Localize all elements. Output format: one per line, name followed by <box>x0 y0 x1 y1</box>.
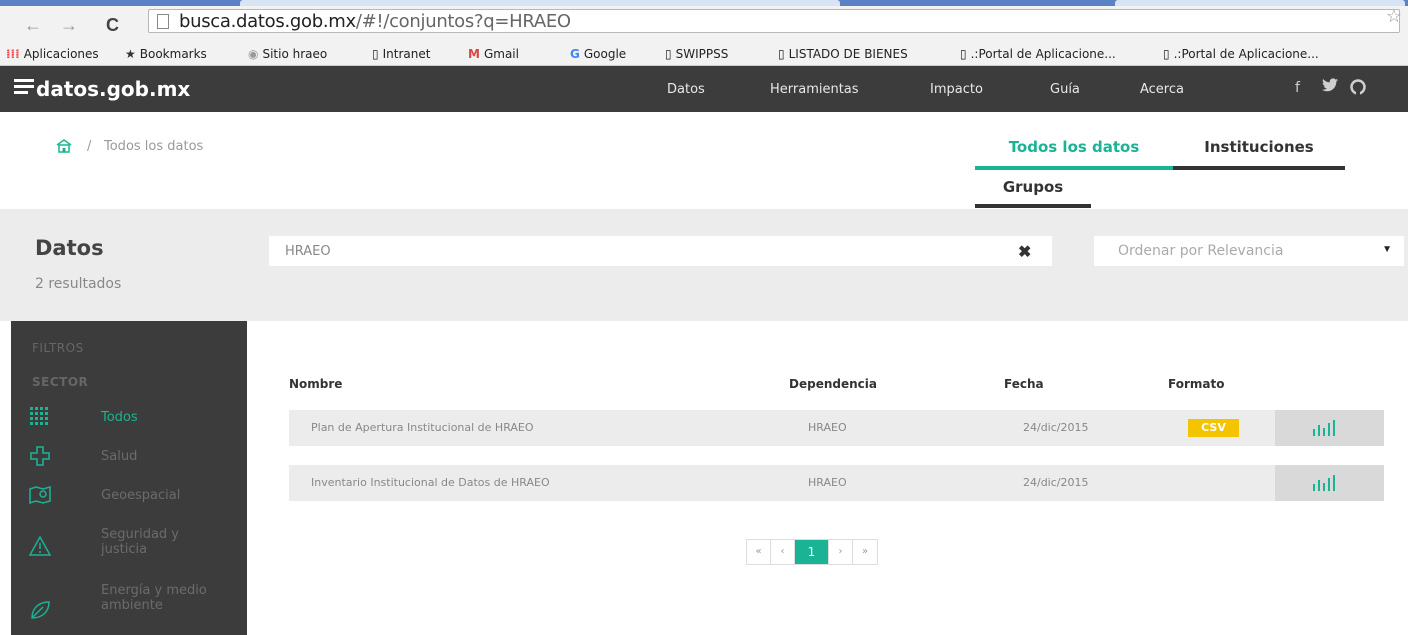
sidebar-item-label: Todos <box>101 410 138 425</box>
github-icon[interactable] <box>1350 79 1366 99</box>
tab-instituciones[interactable]: Instituciones <box>1173 137 1345 169</box>
sidebar-item-label: Energía y medio ambiente <box>101 583 207 613</box>
bookmark-google[interactable]: G Google <box>570 47 626 61</box>
sort-select[interactable]: Ordenar por Relevancia ▼ <box>1094 236 1404 266</box>
reload-icon[interactable]: C <box>106 16 119 34</box>
nav-acerca[interactable]: Acerca <box>1140 82 1184 97</box>
bookmark-intranet[interactable]: ▯ Intranet <box>372 47 430 61</box>
dropdown-caret-icon: ▼ <box>1382 244 1392 255</box>
sidebar-item-geoespacial[interactable]: Geoespacial <box>11 484 247 508</box>
star-icon: ★ <box>125 47 136 61</box>
bar-chart-icon <box>1313 420 1335 436</box>
breadcrumb-current: Todos los datos <box>104 139 204 154</box>
dataset-dependencia: HRAEO <box>808 421 847 434</box>
nav-datos[interactable]: Datos <box>667 82 705 97</box>
page-icon: ▯ <box>1163 47 1170 61</box>
sidebar-item-label: Salud <box>101 449 138 464</box>
site-header: datos.gob.mx Datos Herramientas Impacto … <box>0 66 1408 112</box>
forward-icon[interactable]: → <box>60 16 78 34</box>
nav-impacto[interactable]: Impacto <box>930 82 983 97</box>
tab-active-underline <box>975 166 1173 170</box>
bookmark-listado[interactable]: ▯ LISTADO DE BIENES <box>778 47 908 61</box>
globe-icon: ◉ <box>248 47 259 61</box>
page-icon: ▯ <box>778 47 785 61</box>
dataset-fecha: 24/dic/2015 <box>1023 476 1089 489</box>
page-current-button[interactable]: 1 <box>795 540 829 564</box>
column-header-nombre: Nombre <box>289 377 343 391</box>
tab-underline <box>975 204 1091 208</box>
bookmark-portal-2[interactable]: ▯ .:Portal de Aplicacione... <box>1163 47 1319 61</box>
table-row[interactable]: Plan de Apertura Institucional de HRAEO … <box>289 410 1384 446</box>
gmail-icon: M <box>468 47 480 61</box>
tab-todos-los-datos[interactable]: Todos los datos <box>975 137 1173 169</box>
address-bar[interactable]: busca.datos.gob.mx/#!/conjuntos?q=HRAEO <box>148 9 1400 33</box>
dataset-name[interactable]: Inventario Institucional de Datos de HRA… <box>311 476 550 489</box>
page-icon: ▯ <box>665 47 672 61</box>
bookmark-portal-1[interactable]: ▯ .:Portal de Aplicacione... <box>960 47 1116 61</box>
back-icon[interactable]: ← <box>24 16 42 34</box>
search-input[interactable] <box>269 236 1052 266</box>
bookmark-swippss[interactable]: ▯ SWIPPSS <box>665 47 728 61</box>
page-title: Datos <box>35 236 104 260</box>
page-prev-button[interactable]: ‹ <box>771 540 795 564</box>
stats-button[interactable] <box>1275 465 1384 501</box>
page-next-button[interactable]: › <box>829 540 853 564</box>
nav-herramientas[interactable]: Herramientas <box>770 82 859 97</box>
column-header-dependencia: Dependencia <box>789 377 877 391</box>
table-row[interactable]: Inventario Institucional de Datos de HRA… <box>289 465 1384 501</box>
breadcrumb-separator: / <box>87 139 92 154</box>
filters-heading: FILTROS <box>32 341 84 355</box>
bookmark-bookmarks[interactable]: ★ Bookmarks <box>125 47 207 61</box>
format-badge-csv[interactable]: CSV <box>1188 419 1239 437</box>
leaf-icon <box>31 601 50 619</box>
browser-toolbar: ← → C busca.datos.gob.mx/#!/conjuntos?q=… <box>0 6 1408 44</box>
column-header-formato: Formato <box>1168 377 1225 391</box>
site-logo[interactable]: datos.gob.mx <box>36 77 190 101</box>
sidebar-item-seguridad[interactable]: Seguridad y justicia <box>11 527 247 561</box>
twitter-icon[interactable] <box>1322 78 1338 96</box>
dataset-fecha: 24/dic/2015 <box>1023 421 1089 434</box>
bookmark-sitio-hraeo[interactable]: ◉ Sitio hraeo <box>248 47 327 61</box>
bookmarks-bar: ⁞⁞⁞ Aplicaciones ★ Bookmarks ◉ Sitio hraeo … <box>0 44 1408 66</box>
sidebar-item-label: Geoespacial <box>101 488 181 503</box>
nav-guia[interactable]: Guía <box>1050 82 1080 97</box>
grid-icon <box>30 407 48 425</box>
dataset-dependencia: HRAEO <box>808 476 847 489</box>
home-icon[interactable] <box>56 139 72 153</box>
url-host: busca.datos.gob.mx <box>179 11 356 32</box>
tab-underline <box>1173 166 1345 170</box>
tab-grupos[interactable]: Grupos <box>975 178 1091 206</box>
bookmark-aplicaciones[interactable]: ⁞⁞⁞ Aplicaciones <box>6 47 99 61</box>
map-icon <box>29 486 51 505</box>
sidebar-item-salud[interactable]: Salud <box>11 445 247 469</box>
filters-sidebar: FILTROS SECTOR Todos Salud Geoespacial S… <box>11 321 247 635</box>
clear-search-icon[interactable]: ✖ <box>1018 242 1031 262</box>
warning-icon <box>29 535 51 556</box>
apps-grid-icon: ⁞⁞⁞ <box>6 47 20 61</box>
column-header-fecha: Fecha <box>1004 377 1044 391</box>
sidebar-item-energia[interactable]: Energía y medio ambiente <box>11 583 247 633</box>
facebook-icon[interactable]: f <box>1295 80 1300 96</box>
bookmark-gmail[interactable]: M Gmail <box>468 47 519 61</box>
pagination: « ‹ 1 › » <box>746 539 878 565</box>
health-cross-icon <box>30 446 50 466</box>
url-path: /#!/conjuntos?q=HRAEO <box>355 11 571 32</box>
bar-chart-icon <box>1313 475 1335 491</box>
sort-label: Ordenar por Relevancia <box>1118 243 1284 259</box>
page-icon: ▯ <box>960 47 967 61</box>
dataset-name[interactable]: Plan de Apertura Institucional de HRAEO <box>311 421 534 434</box>
google-icon: G <box>570 47 580 61</box>
page-first-button[interactable]: « <box>747 540 771 564</box>
results-count: 2 resultados <box>35 276 122 292</box>
sector-heading: SECTOR <box>32 375 89 389</box>
bookmark-star-icon[interactable]: ☆ <box>1386 6 1402 27</box>
page-last-button[interactable]: » <box>853 540 877 564</box>
page-icon: ▯ <box>372 47 379 61</box>
sidebar-item-todos[interactable]: Todos <box>11 406 247 430</box>
page-icon <box>157 14 169 29</box>
menu-lines-icon[interactable] <box>14 79 34 99</box>
sidebar-item-label: Seguridad y justicia <box>101 527 179 557</box>
stats-button[interactable] <box>1275 410 1384 446</box>
url-text: busca.datos.gob.mx/#!/conjuntos?q=HRAEO <box>179 11 571 32</box>
